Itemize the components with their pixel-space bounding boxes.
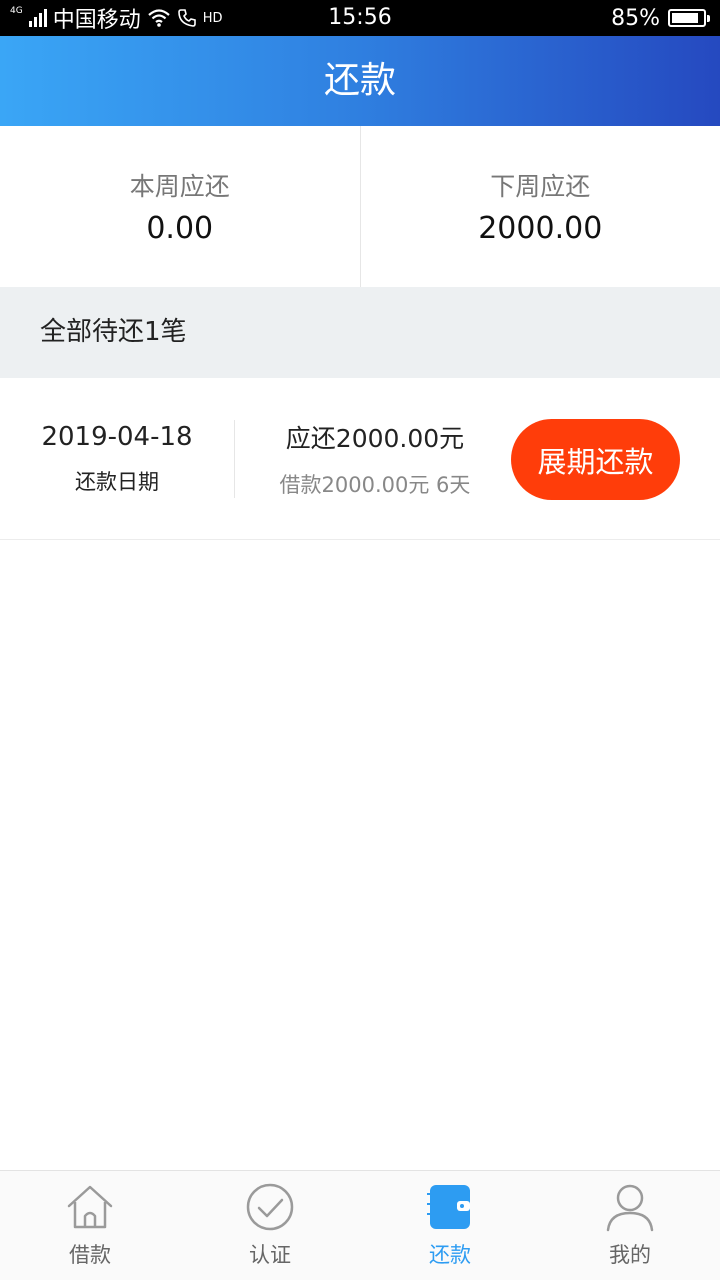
due-date-label: 还款日期 — [75, 470, 159, 494]
tab-verify[interactable]: 认证 — [180, 1171, 360, 1280]
this-week-value: 0.00 — [146, 211, 214, 246]
amount-due: 应还2000.00元 — [285, 424, 465, 453]
extend-repayment-button[interactable]: 展期还款 — [511, 419, 680, 500]
bill-row[interactable]: 2019-04-18 还款日期 应还2000.00元 借款2000.00元 6天… — [0, 378, 720, 540]
status-bar: 4G 中国移动 HD 15:56 85% — [0, 0, 720, 36]
tab-verify-label: 认证 — [249, 1243, 291, 1267]
this-week-label: 本周应还 — [129, 172, 230, 201]
tab-loan-label: 借款 — [69, 1243, 111, 1267]
tab-loan[interactable]: 借款 — [0, 1171, 180, 1280]
check-circle-icon — [246, 1183, 294, 1231]
user-icon — [606, 1184, 654, 1232]
next-week-value: 2000.00 — [478, 211, 603, 246]
this-week-summary: 本周应还 0.00 — [0, 126, 360, 287]
battery-percent: 85% — [611, 5, 660, 31]
bottom-tab-bar: 借款 认证 还款 我的 — [0, 1170, 720, 1280]
tab-repay[interactable]: 还款 — [360, 1171, 540, 1280]
bill-amount-block: 应还2000.00元 借款2000.00元 6天 — [235, 378, 515, 540]
home-icon — [67, 1185, 113, 1229]
loan-detail: 借款2000.00元 6天 — [279, 473, 471, 497]
next-week-summary: 下周应还 2000.00 — [359, 126, 720, 287]
status-right: 85% — [611, 0, 710, 36]
battery-level — [672, 13, 698, 23]
repayment-summary: 本周应还 0.00 下周应还 2000.00 — [0, 126, 720, 287]
page-title: 还款 — [0, 36, 720, 126]
battery-icon — [668, 9, 710, 27]
due-date: 2019-04-18 — [41, 422, 193, 452]
next-week-label: 下周应还 — [490, 172, 591, 201]
tab-mine[interactable]: 我的 — [540, 1171, 720, 1280]
bill-date-block: 2019-04-18 还款日期 — [0, 378, 234, 540]
wallet-icon — [427, 1185, 470, 1229]
tab-repay-label: 还款 — [429, 1243, 471, 1267]
tab-mine-label: 我的 — [609, 1243, 651, 1267]
pending-count-header: 全部待还1笔 — [0, 287, 720, 378]
